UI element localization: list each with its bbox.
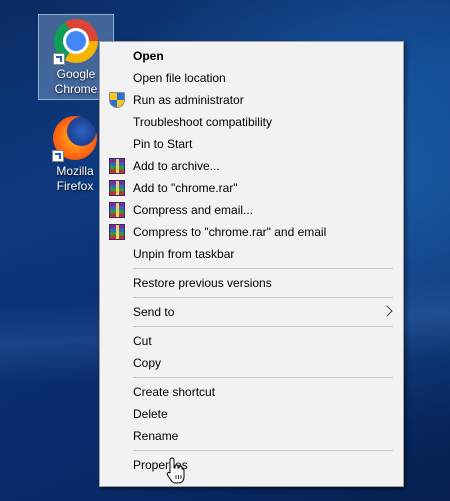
menu-separator [133, 450, 393, 451]
menu-item-label: Run as administrator [133, 93, 244, 107]
menu-item-label: Open [133, 49, 164, 63]
menu-item-label: Unpin from taskbar [133, 247, 235, 261]
menu-item-cut[interactable]: Cut [100, 330, 403, 352]
menu-separator [133, 377, 393, 378]
chrome-icon [53, 19, 99, 65]
uac-shield-icon [109, 92, 125, 108]
menu-item-label: Delete [133, 407, 168, 421]
menu-item-pin-to-start[interactable]: Pin to Start [100, 133, 403, 155]
winrar-icon [109, 202, 125, 218]
menu-item-label: Cut [133, 334, 152, 348]
menu-item-unpin-from-taskbar[interactable]: Unpin from taskbar [100, 243, 403, 265]
menu-separator [133, 326, 393, 327]
menu-item-properties[interactable]: Properties [100, 454, 403, 476]
menu-item-compress-to-chrome-rar-and-email[interactable]: Compress to "chrome.rar" and email [100, 221, 403, 243]
menu-item-compress-and-email[interactable]: Compress and email... [100, 199, 403, 221]
winrar-icon [109, 180, 125, 196]
menu-item-troubleshoot-compatibility[interactable]: Troubleshoot compatibility [100, 111, 403, 133]
menu-item-add-to-chrome-rar[interactable]: Add to "chrome.rar" [100, 177, 403, 199]
context-menu: Open Open file location Run as administr… [99, 41, 404, 487]
shortcut-arrow-icon [52, 150, 64, 162]
menu-item-create-shortcut[interactable]: Create shortcut [100, 381, 403, 403]
menu-item-restore-previous-versions[interactable]: Restore previous versions [100, 272, 403, 294]
menu-item-send-to[interactable]: Send to [100, 301, 403, 323]
shortcut-arrow-icon [53, 53, 65, 65]
menu-item-label: Rename [133, 429, 179, 443]
winrar-icon [109, 224, 125, 240]
winrar-icon [109, 158, 125, 174]
hand-pointer-icon [166, 457, 185, 484]
chevron-right-icon [381, 305, 393, 317]
menu-item-run-as-administrator[interactable]: Run as administrator [100, 89, 403, 111]
menu-item-open[interactable]: Open [100, 45, 403, 67]
menu-separator [133, 268, 393, 269]
menu-item-label: Compress to "chrome.rar" and email [133, 225, 327, 239]
menu-separator [133, 297, 393, 298]
menu-item-label: Compress and email... [133, 203, 254, 217]
menu-item-label: Troubleshoot compatibility [133, 115, 272, 129]
menu-item-add-to-archive[interactable]: Add to archive... [100, 155, 403, 177]
menu-item-label: Add to "chrome.rar" [133, 181, 238, 195]
menu-item-label: Add to archive... [133, 159, 220, 173]
menu-item-label: Send to [133, 305, 175, 319]
menu-item-delete[interactable]: Delete [100, 403, 403, 425]
menu-item-label: Copy [133, 356, 162, 370]
menu-item-label: Restore previous versions [133, 276, 272, 290]
menu-item-rename[interactable]: Rename [100, 425, 403, 447]
menu-item-label: Open file location [133, 71, 226, 85]
firefox-icon [52, 116, 98, 162]
menu-item-copy[interactable]: Copy [100, 352, 403, 374]
menu-item-label: Pin to Start [133, 137, 193, 151]
menu-item-label: Create shortcut [133, 385, 216, 399]
menu-item-open-file-location[interactable]: Open file location [100, 67, 403, 89]
